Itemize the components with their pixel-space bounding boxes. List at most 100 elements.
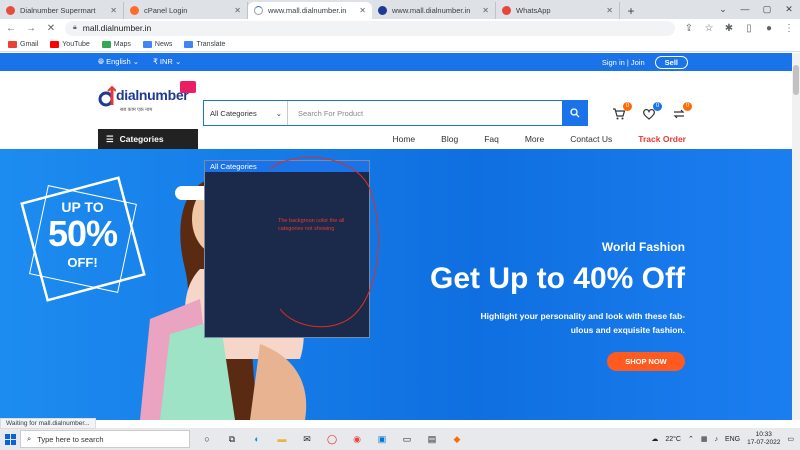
- browser-tab-active[interactable]: www.mall.dialnumber.in ✕: [248, 2, 372, 19]
- close-icon[interactable]: ✕: [110, 6, 117, 15]
- back-icon[interactable]: ←: [5, 23, 17, 34]
- close-icon[interactable]: ✕: [234, 6, 241, 15]
- close-icon[interactable]: ✕: [606, 6, 613, 15]
- search-icon: ⌕: [27, 434, 32, 443]
- translate-icon: [184, 40, 194, 48]
- notifications-icon[interactable]: ▭: [787, 435, 794, 443]
- tab-favicon-icon: [130, 6, 139, 15]
- wishlist-button[interactable]: 0: [642, 102, 662, 121]
- page-scrollbar[interactable]: [792, 53, 800, 420]
- bookmark-maps[interactable]: Maps: [101, 40, 131, 48]
- cart-count-badge: 0: [623, 102, 632, 111]
- lock-icon[interactable]: 🔒︎: [73, 24, 77, 32]
- categories-button[interactable]: ☰ Categories: [98, 129, 198, 149]
- url-text: mall.dialnumber.in: [82, 23, 152, 33]
- nav-track-order[interactable]: Track Order: [638, 134, 686, 144]
- volume-icon[interactable]: ♪: [714, 436, 718, 443]
- forward-icon[interactable]: →: [25, 23, 37, 34]
- window-controls: ⌄ — ▢ ✕: [712, 0, 800, 19]
- hero-banner: UP TO 50% OFF! World Fashion Get Up to 4…: [0, 149, 792, 420]
- nav-more[interactable]: More: [525, 134, 544, 144]
- sell-button[interactable]: Sell: [654, 55, 688, 69]
- currency-selector[interactable]: ₹ INR ⌄: [153, 57, 181, 67]
- bookmark-translate[interactable]: Translate: [184, 40, 225, 48]
- opera-icon[interactable]: ◯: [325, 432, 339, 446]
- close-icon[interactable]: ✕: [359, 6, 366, 15]
- cortana-icon[interactable]: ○: [200, 432, 214, 446]
- tab-title: www.mall.dialnumber.in: [392, 6, 471, 15]
- file-explorer-icon[interactable]: ▬: [275, 432, 289, 446]
- tab-title: Dialnumber Supermart: [20, 6, 96, 15]
- sidebar-icon[interactable]: ▯: [743, 23, 755, 34]
- network-icon[interactable]: ▦: [701, 435, 708, 443]
- logo-mall-badge: [180, 81, 196, 93]
- edge-icon[interactable]: ◐: [250, 432, 264, 446]
- clock[interactable]: 10:33 17-07-2022: [747, 431, 780, 447]
- close-window-icon[interactable]: ✕: [778, 0, 800, 19]
- new-tab-button[interactable]: +: [620, 2, 642, 19]
- chrome-icon[interactable]: ◉: [350, 432, 364, 446]
- tab-favicon-icon: [378, 6, 387, 15]
- search-input[interactable]: Search For Product: [288, 101, 562, 125]
- promo-badge: UP TO 50% OFF!: [47, 199, 118, 270]
- nav-home[interactable]: Home: [392, 134, 415, 144]
- browser-status: Waiting for mall.dialnumber...: [0, 418, 96, 429]
- main-nav: ☰ Categories Home Blog Faq More Contact …: [0, 129, 792, 149]
- site-topbar: 🌐︎ English ⌄ ₹ INR ⌄ Sign in | Join Sell: [0, 53, 792, 71]
- menu-icon[interactable]: ⋮: [783, 23, 795, 34]
- nav-faq[interactable]: Faq: [484, 134, 499, 144]
- tray-chevron-icon[interactable]: ⌃: [688, 435, 694, 443]
- address-bar[interactable]: 🔒︎ mall.dialnumber.in: [65, 20, 675, 36]
- signin-link[interactable]: Sign in | Join: [602, 58, 645, 67]
- close-icon[interactable]: ✕: [482, 6, 489, 15]
- extensions-icon[interactable]: ✱: [723, 23, 735, 34]
- shop-now-button[interactable]: SHOP NOW: [607, 352, 685, 371]
- terminal-icon[interactable]: ▤: [425, 432, 439, 446]
- hero-description: Highlight your personality and look with…: [480, 311, 686, 335]
- logo-mark-icon: [98, 85, 116, 107]
- nav-blog[interactable]: Blog: [441, 134, 458, 144]
- cart-button[interactable]: 0: [612, 102, 632, 121]
- tab-search-icon[interactable]: ⌄: [712, 0, 734, 19]
- taskbar-search[interactable]: ⌕ Type here to search: [20, 430, 190, 448]
- browser-tab[interactable]: Dialnumber Supermart ✕: [0, 2, 124, 19]
- maps-icon: [101, 40, 111, 48]
- site-logo[interactable]: dialnumber सब काम एक नाम: [98, 81, 198, 121]
- chevron-down-icon: ⌄: [275, 108, 282, 118]
- task-view-icon[interactable]: ⧉: [225, 432, 239, 446]
- browser-tab[interactable]: WhatsApp ✕: [496, 2, 620, 19]
- browser-tab-strip: Dialnumber Supermart ✕ cPanel Login ✕ ww…: [0, 0, 800, 19]
- bookmark-gmail[interactable]: Gmail: [8, 40, 38, 48]
- bookmark-news[interactable]: News: [142, 40, 172, 48]
- category-dropdown: All Categories The backgroun color the a…: [204, 156, 379, 338]
- browser-toolbar: ← → ✕ 🔒︎ mall.dialnumber.in ⇪ ☆ ✱ ▯ ● ⋮: [0, 19, 800, 37]
- notepad-icon[interactable]: ▭: [400, 432, 414, 446]
- profile-icon[interactable]: ●: [763, 23, 775, 34]
- category-select[interactable]: All Categories ⌄: [204, 101, 288, 125]
- stop-icon[interactable]: ✕: [45, 23, 57, 34]
- star-icon[interactable]: ☆: [703, 23, 715, 34]
- browser-tab[interactable]: cPanel Login ✕: [124, 2, 248, 19]
- mail-icon[interactable]: ✉: [300, 432, 314, 446]
- loading-icon: [254, 6, 263, 15]
- tab-title: www.mall.dialnumber.in: [268, 6, 347, 15]
- media-icon[interactable]: ◆: [450, 432, 464, 446]
- maximize-icon[interactable]: ▢: [756, 0, 778, 19]
- windows-start-button[interactable]: [0, 433, 20, 445]
- windows-icon: [4, 433, 16, 445]
- web-page: 🌐︎ English ⌄ ₹ INR ⌄ Sign in | Join Sell…: [0, 53, 792, 420]
- share-icon[interactable]: ⇪: [683, 23, 695, 34]
- language-selector[interactable]: 🌐︎ English ⌄: [98, 57, 139, 67]
- tab-title: WhatsApp: [516, 6, 551, 15]
- browser-tab[interactable]: www.mall.dialnumber.in ✕: [372, 2, 496, 19]
- nav-contact[interactable]: Contact Us: [570, 134, 612, 144]
- hero-title: Get Up to 40% Off: [429, 262, 685, 295]
- search-button[interactable]: [562, 101, 587, 125]
- weather-icon[interactable]: ☁: [651, 435, 658, 443]
- app-icon[interactable]: ▣: [375, 432, 389, 446]
- bookmark-youtube[interactable]: YouTube: [50, 40, 90, 48]
- compare-button[interactable]: 0: [672, 102, 692, 121]
- wishlist-count-badge: 0: [653, 102, 662, 111]
- minimize-icon[interactable]: —: [734, 0, 756, 19]
- language-indicator[interactable]: ENG: [725, 436, 740, 443]
